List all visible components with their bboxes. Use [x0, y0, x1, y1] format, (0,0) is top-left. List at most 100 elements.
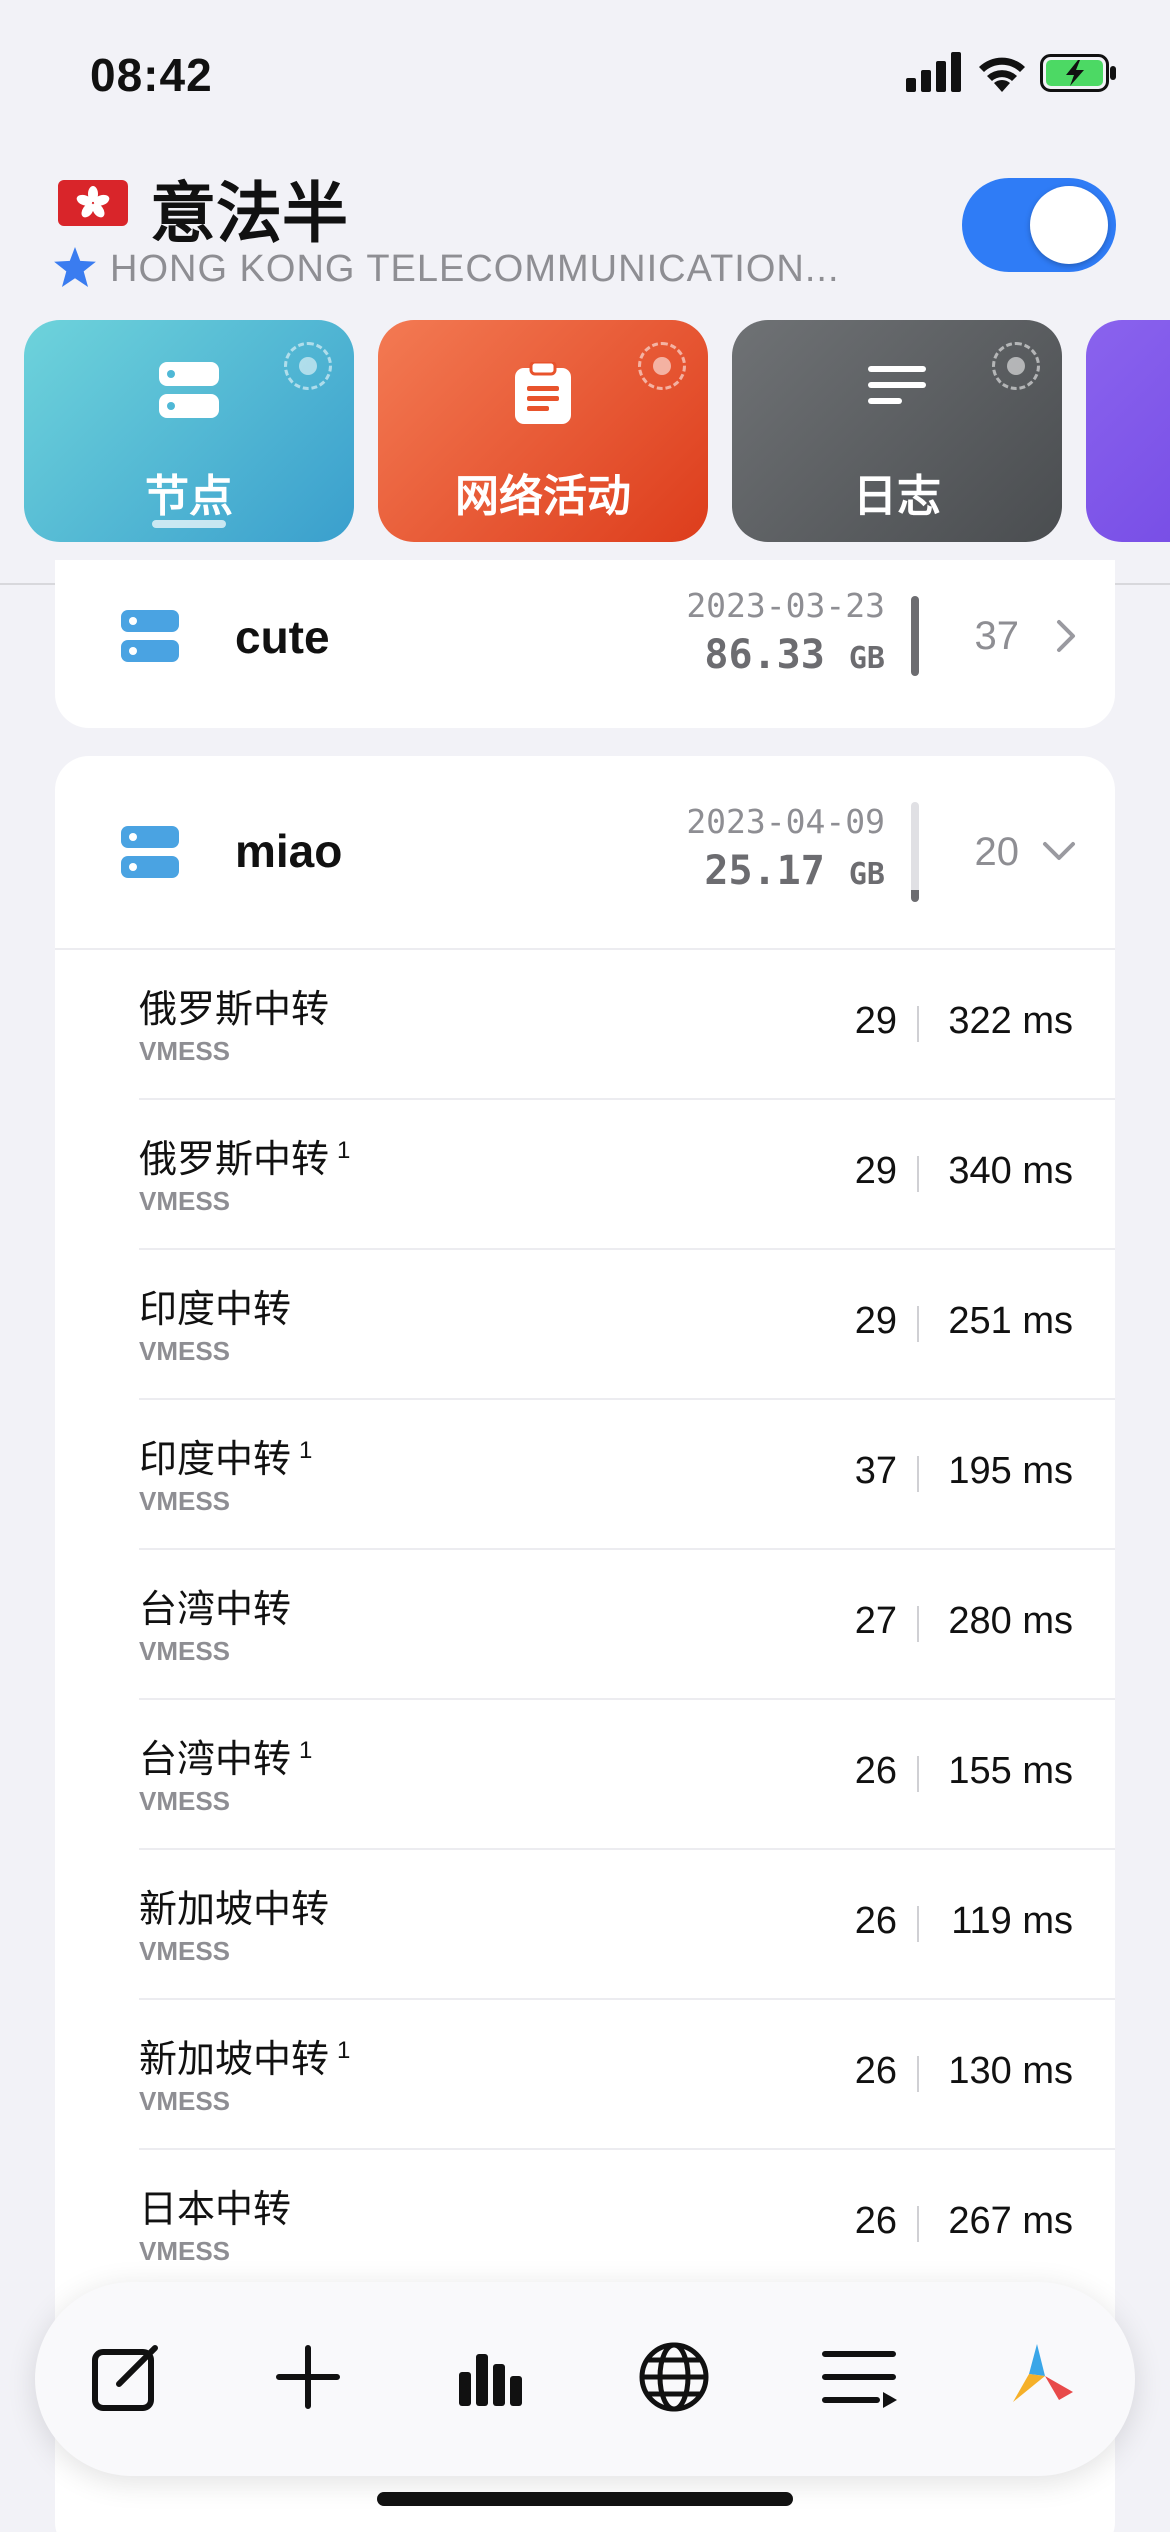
node-name: 俄罗斯中转 1: [139, 1137, 351, 1181]
node-row[interactable]: 新加坡中转 1 VMESS 26 130 ms: [139, 1998, 1115, 2148]
node-score: 26: [854, 2050, 897, 2092]
node-latency: 195 ms: [948, 1450, 1073, 1492]
group-traffic: 86.33 GB: [704, 632, 885, 678]
node-latency: 340 ms: [948, 1150, 1073, 1192]
node-latency: 155 ms: [948, 1750, 1073, 1792]
node-name: 新加坡中转 1: [139, 2037, 351, 2081]
tile-more[interactable]: [1086, 320, 1170, 542]
row-separator: [917, 2056, 919, 2092]
cellular-signal-icon: [906, 52, 961, 92]
node-count: 20: [974, 830, 1020, 874]
row-separator: [917, 2206, 919, 2242]
node-score: 26: [854, 2200, 897, 2242]
node-score: 29: [854, 1300, 897, 1342]
tile-logs[interactable]: 日志: [732, 320, 1062, 542]
usage-bar: [911, 596, 919, 676]
group-traffic: 25.17 GB: [704, 848, 885, 894]
node-name: 印度中转 1: [139, 1437, 313, 1481]
usage-bar: [911, 802, 919, 902]
row-separator: [917, 1756, 919, 1792]
star-icon: [54, 247, 96, 287]
node-protocol: VMESS: [139, 1336, 231, 1366]
chart-icon[interactable]: [455, 2340, 529, 2414]
edit-icon[interactable]: [89, 2340, 163, 2414]
playlist-icon[interactable]: [821, 2340, 899, 2414]
tile-network-activity[interactable]: 网络活动: [378, 320, 708, 542]
node-name: 新加坡中转: [139, 1889, 330, 1931]
chevron-right-icon[interactable]: [1055, 618, 1077, 654]
node-protocol: VMESS: [139, 1036, 231, 1066]
row-separator: [917, 1456, 919, 1492]
node-score: 29: [854, 1000, 897, 1042]
node-row[interactable]: 印度中转 VMESS 29 251 ms: [139, 1248, 1115, 1398]
activity-ring-icon: [638, 342, 686, 390]
bottom-toolbar: [35, 2282, 1135, 2476]
status-bar: 08:42: [0, 0, 1170, 150]
activity-ring-icon: [992, 342, 1040, 390]
tile-label: 网络活动: [455, 472, 631, 521]
node-row[interactable]: 台湾中转 1 VMESS 26 155 ms: [139, 1698, 1115, 1848]
tile-nodes[interactable]: 节点: [24, 320, 354, 542]
group-header[interactable]: miao 2023-04-09 25.17 GB 20: [55, 756, 1115, 926]
server-icon: [121, 826, 179, 878]
group-date: 2023-03-23: [686, 586, 885, 625]
provider-subtitle: HONG KONG TELECOMMUNICATION...: [110, 248, 840, 290]
server-icon: [121, 610, 179, 662]
node-row[interactable]: 印度中转 1 VMESS 37 195 ms: [139, 1398, 1115, 1548]
chevron-down-icon[interactable]: [1041, 840, 1077, 862]
node-name: 日本中转: [139, 2189, 292, 2231]
group-card-miao: miao 2023-04-09 25.17 GB 20 俄罗斯中转 VMESS …: [55, 756, 1115, 2532]
toggle-knob: [1030, 186, 1108, 264]
app-logo-icon[interactable]: [1003, 2340, 1077, 2414]
home-indicator: [377, 2492, 793, 2506]
group-date: 2023-04-09: [686, 802, 885, 841]
wifi-icon: [979, 57, 1025, 92]
node-score: 37: [854, 1450, 897, 1492]
node-protocol: VMESS: [139, 1786, 231, 1816]
status-time: 08:42: [90, 49, 213, 101]
profile-title[interactable]: 意法半: [150, 160, 348, 256]
node-list: 俄罗斯中转 VMESS 29 322 ms 俄罗斯中转 1 VMESS 29 34…: [55, 948, 1115, 2298]
node-count: 37: [974, 614, 1020, 658]
node-name: 印度中转: [139, 1289, 292, 1331]
node-row[interactable]: 新加坡中转 VMESS 26 119 ms: [139, 1848, 1115, 1998]
row-separator: [917, 1906, 919, 1942]
node-latency: 322 ms: [948, 1000, 1073, 1042]
node-row[interactable]: 俄罗斯中转 1 VMESS 29 340 ms: [139, 1098, 1115, 1248]
lines-icon: [868, 366, 926, 404]
node-protocol: VMESS: [139, 1486, 231, 1516]
node-score: 26: [854, 1900, 897, 1942]
row-separator: [917, 1006, 919, 1042]
node-row[interactable]: 日本中转 VMESS 26 267 ms: [139, 2148, 1115, 2298]
node-score: 27: [854, 1600, 897, 1642]
clipboard-icon: [515, 362, 571, 424]
feature-tiles: 节点 网络活动 日志: [0, 320, 1170, 542]
globe-icon[interactable]: [637, 2340, 711, 2414]
node-name: 台湾中转: [139, 1589, 292, 1631]
node-name: 台湾中转 1: [139, 1737, 313, 1781]
node-protocol: VMESS: [139, 2236, 231, 2266]
plus-icon[interactable]: [271, 2340, 345, 2414]
row-separator: [917, 1156, 919, 1192]
node-latency: 280 ms: [948, 1600, 1073, 1642]
tile-label: 节点: [145, 472, 233, 521]
node-protocol: VMESS: [139, 1186, 231, 1216]
node-protocol: VMESS: [139, 1936, 231, 1966]
active-indicator: [152, 520, 226, 528]
row-separator: [917, 1606, 919, 1642]
group-card-cute[interactable]: cute 2023-03-23 86.33 GB 37: [55, 560, 1115, 728]
activity-ring-icon: [284, 342, 332, 390]
group-name: cute: [235, 611, 330, 663]
node-latency: 130 ms: [948, 2050, 1073, 2092]
battery-charging-icon: [1040, 54, 1116, 92]
node-row[interactable]: 俄罗斯中转 VMESS 29 322 ms: [55, 948, 1115, 1098]
group-name: miao: [235, 825, 343, 877]
node-latency: 119 ms: [951, 1900, 1073, 1942]
node-latency: 267 ms: [948, 2200, 1073, 2242]
node-row[interactable]: 台湾中转 VMESS 27 280 ms: [139, 1548, 1115, 1698]
node-protocol: VMESS: [139, 2086, 231, 2116]
tile-label: 日志: [853, 472, 941, 521]
node-protocol: VMESS: [139, 1636, 231, 1666]
vpn-toggle[interactable]: [962, 178, 1116, 272]
row-separator: [917, 1306, 919, 1342]
